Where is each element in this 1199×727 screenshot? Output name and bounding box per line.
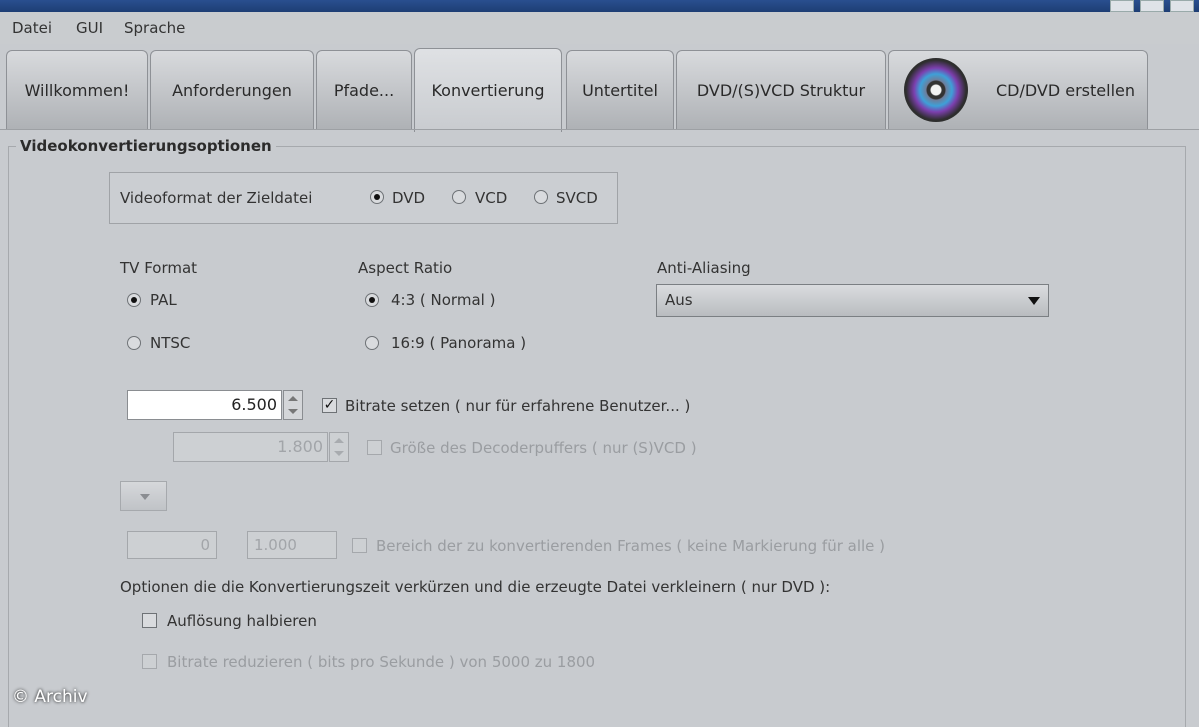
frame-range-label: Bereich der zu konvertierenden Frames ( …: [376, 537, 886, 555]
options-note: Optionen die die Konvertierungszeit verk…: [120, 578, 831, 596]
tab-label: Anforderungen: [172, 81, 292, 100]
menu-gui[interactable]: GUI: [76, 19, 103, 37]
tab-anforderungen[interactable]: Anforderungen: [150, 50, 314, 130]
frame-to-value: 1.000: [254, 536, 297, 554]
tv-format-label: TV Format: [120, 259, 198, 277]
tab-pfade[interactable]: Pfade...: [316, 50, 412, 130]
radio-dvd[interactable]: [370, 190, 384, 204]
small-dropdown-button[interactable]: [120, 481, 167, 511]
maximize-button[interactable]: [1140, 0, 1164, 12]
halve-resolution-checkbox[interactable]: [142, 613, 157, 628]
section-title: Videokonvertierungsoptionen: [16, 137, 276, 155]
halve-resolution-label: Auflösung halbieren: [167, 612, 317, 630]
menu-bar: Datei GUI Sprache: [0, 12, 1199, 44]
decoder-buffer-label: Größe des Decoderpuffers ( nur (S)VCD ): [390, 439, 697, 457]
video-format-label: Videoformat der Zieldatei: [120, 189, 313, 207]
radio-dvd-label: DVD: [392, 189, 426, 207]
arrow-down-icon: [288, 409, 298, 414]
decoder-buffer-value: 1.800: [277, 437, 323, 456]
close-button[interactable]: [1170, 0, 1194, 12]
menu-datei[interactable]: Datei: [12, 19, 52, 37]
radio-4-3[interactable]: [365, 293, 379, 307]
minimize-button[interactable]: [1110, 0, 1134, 12]
tab-willkommen[interactable]: Willkommen!: [6, 50, 148, 130]
radio-4-3-label: 4:3 ( Normal ): [391, 291, 496, 309]
chevron-down-icon: [1028, 297, 1040, 305]
tab-label: Konvertierung: [431, 81, 545, 100]
decoder-buffer-spinner[interactable]: 1.800: [173, 432, 328, 462]
radio-16-9[interactable]: [365, 336, 379, 350]
tab-bar: Willkommen! Anforderungen Pfade... Konve…: [0, 46, 1199, 132]
reduce-bitrate-checkbox[interactable]: [142, 654, 157, 669]
radio-svcd[interactable]: [534, 190, 548, 204]
arrow-up-icon: [334, 438, 344, 443]
radio-pal-label: PAL: [150, 291, 177, 309]
radio-vcd[interactable]: [452, 190, 466, 204]
tab-untertitel[interactable]: Untertitel: [566, 50, 674, 130]
frame-to-field[interactable]: 1.000: [247, 531, 337, 559]
tab-dvd-svcd-struktur[interactable]: DVD/(S)VCD Struktur: [676, 50, 886, 130]
arrow-down-icon: [334, 451, 344, 456]
frame-range-checkbox[interactable]: [352, 538, 367, 553]
radio-vcd-label: VCD: [475, 189, 508, 207]
frame-from-field[interactable]: 0: [127, 531, 217, 559]
tab-label: Willkommen!: [24, 81, 130, 100]
bitrate-label: Bitrate setzen ( nur für erfahrene Benut…: [345, 397, 691, 415]
radio-ntsc-label: NTSC: [150, 334, 191, 352]
tab-label: CD/DVD erstellen: [995, 81, 1135, 100]
tab-label: Untertitel: [582, 81, 658, 100]
reduce-bitrate-label: Bitrate reduzieren ( bits pro Sekunde ) …: [167, 653, 596, 671]
anti-aliasing-value: Aus: [665, 291, 693, 309]
bitrate-stepper[interactable]: [283, 390, 303, 420]
title-bar: [0, 0, 1199, 12]
bitrate-spinner[interactable]: 6.500: [127, 390, 282, 420]
bitrate-checkbox[interactable]: ✓: [322, 398, 337, 413]
radio-svcd-label: SVCD: [556, 189, 598, 207]
tab-label: Pfade...: [333, 81, 395, 100]
tab-konvertierung[interactable]: Konvertierung: [414, 48, 562, 132]
radio-16-9-label: 16:9 ( Panorama ): [391, 334, 527, 352]
decoder-buffer-checkbox[interactable]: [367, 440, 382, 455]
chevron-down-icon: [140, 494, 150, 500]
anti-aliasing-select[interactable]: Aus: [656, 284, 1049, 317]
tab-divider: [0, 129, 1199, 130]
radio-ntsc[interactable]: [127, 336, 141, 350]
anti-aliasing-label: Anti-Aliasing: [657, 259, 751, 277]
decoder-buffer-stepper[interactable]: [329, 432, 349, 462]
copyright-watermark: © Archiv: [12, 687, 88, 707]
cd-dvd-disc-icon: [904, 58, 968, 122]
frame-from-value: 0: [200, 536, 210, 554]
arrow-up-icon: [288, 396, 298, 401]
menu-sprache[interactable]: Sprache: [124, 19, 185, 37]
bitrate-value: 6.500: [231, 395, 277, 414]
radio-pal[interactable]: [127, 293, 141, 307]
aspect-ratio-label: Aspect Ratio: [358, 259, 453, 277]
tab-label: DVD/(S)VCD Struktur: [696, 81, 866, 100]
